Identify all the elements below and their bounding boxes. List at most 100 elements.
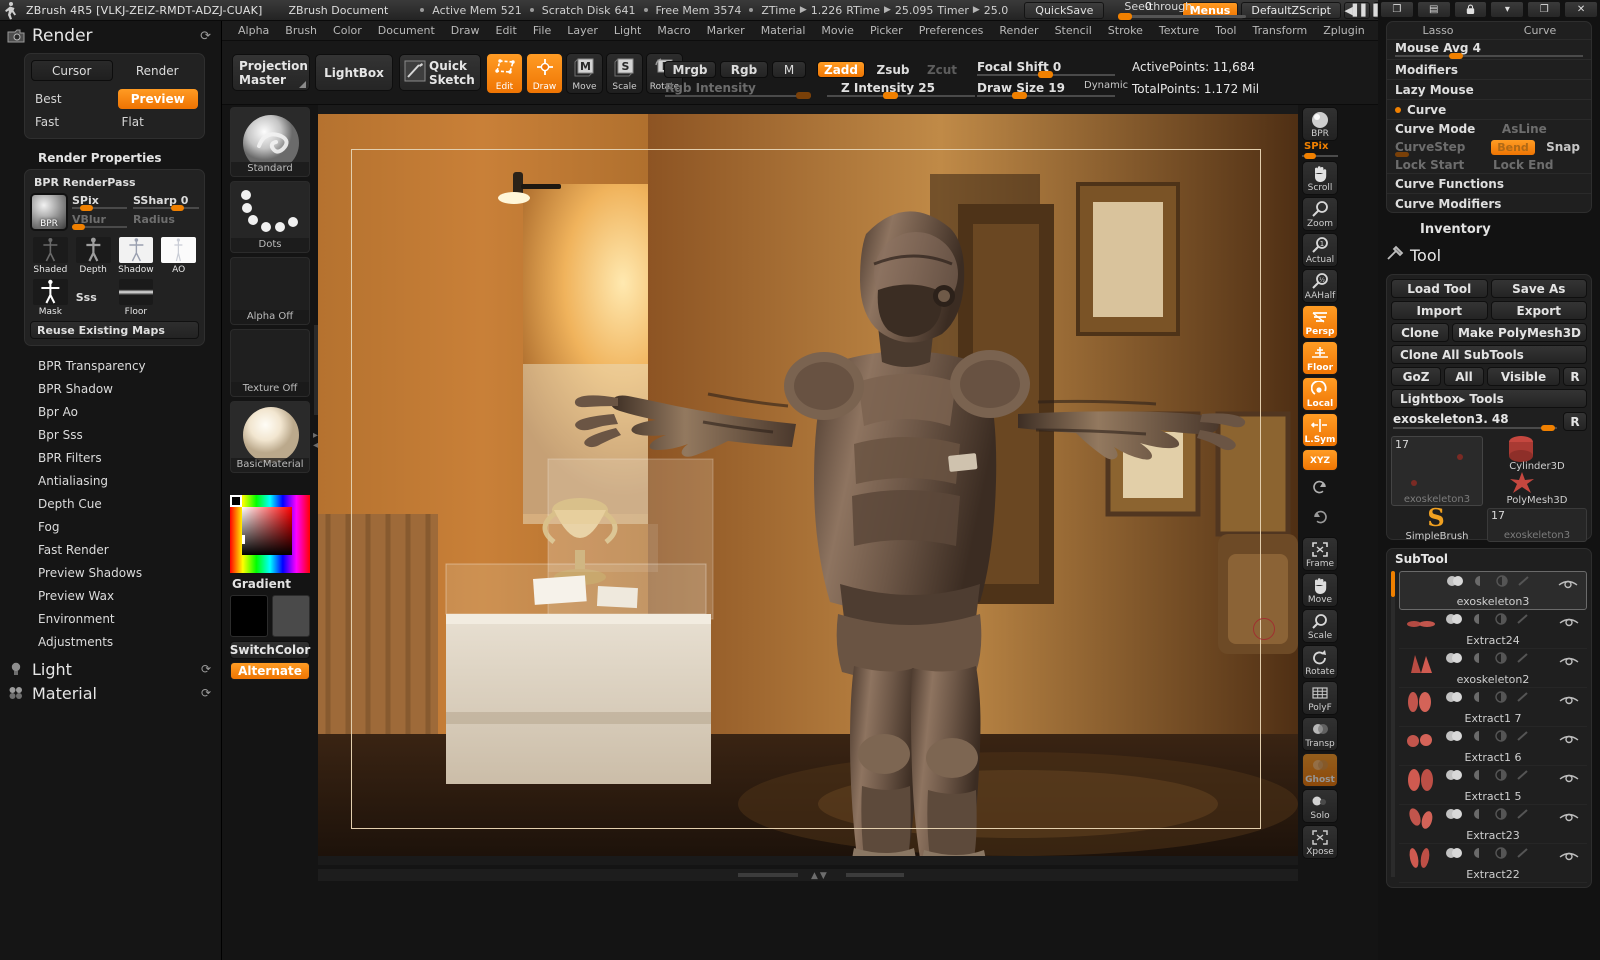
zcut-toggle[interactable]: Zcut [920,61,964,78]
curve-tab[interactable]: Curve [1489,24,1591,37]
snap-toggle[interactable]: Snap [1535,140,1591,154]
move-button[interactable]: Move [1302,573,1338,607]
menu-zplugin[interactable]: Zplugin [1315,21,1373,40]
edit-mode-button[interactable]: Edit [486,53,523,94]
subtool-eye-icon[interactable] [1559,653,1579,672]
vblur-knob[interactable] [72,224,85,230]
goz-button[interactable]: GoZ [1391,367,1441,386]
mrgb-toggle[interactable]: Mrgb [664,61,716,78]
xyz-button[interactable]: XYZ [1302,449,1338,471]
menu-render[interactable]: Render [991,21,1046,40]
curve-modifiers-row[interactable]: Curve Modifiers [1387,194,1591,214]
menu-brush[interactable]: Brush [277,21,325,40]
solo-button[interactable]: Solo [1302,789,1338,823]
subtool-row-extract15[interactable]: Extract1 5 [1399,766,1587,805]
subtool-visibility-icons[interactable] [1445,652,1531,664]
subtool-eye-icon[interactable] [1559,809,1579,828]
dynamic-toggle[interactable]: Dynamic [1084,80,1128,91]
render-button[interactable]: Render [117,60,199,81]
tab-icon-1[interactable]: ❐ [1380,1,1414,18]
zsub-toggle[interactable]: Zsub [870,61,916,78]
pass-mask[interactable]: Mask [30,277,71,317]
subtool-row-extract23[interactable]: Extract23 [1399,805,1587,844]
subtool-eye-icon[interactable] [1559,770,1579,789]
scroll-button[interactable]: Scroll [1302,161,1338,195]
quick-sketch-button[interactable]: Quick Sketch [399,54,481,91]
spix-knob[interactable] [79,205,93,211]
pass-ao[interactable]: AO [158,235,199,275]
section-bpr-filters[interactable]: BPR Filters [0,446,221,469]
current-tool-knob[interactable] [1541,425,1555,431]
menu-transform[interactable]: Transform [1245,21,1316,40]
menu-material[interactable]: Material [753,21,814,40]
scrollbar-arrows-icon[interactable]: ▲▼ [811,871,829,881]
curve-functions-row[interactable]: Curve Functions [1387,174,1591,194]
curvestep-knob[interactable] [1395,152,1409,157]
menu-picker[interactable]: Picker [862,21,911,40]
zscript-name-button[interactable]: DefaultZScript [1241,1,1341,19]
lock-start-toggle[interactable]: Lock Start [1395,158,1493,172]
alpha-thumbnail[interactable]: Alpha Off [230,257,310,325]
focal-shift-slider[interactable]: Focal Shift 0 [977,60,1115,78]
ssharp-knob[interactable] [171,205,185,211]
canvas-horizontal-scrollbar[interactable]: ▲▼ [318,869,1298,881]
floor-button[interactable]: Floor [1302,341,1338,375]
modifiers-row[interactable]: Modifiers [1387,60,1591,80]
dropdown-corner-icon[interactable] [299,81,306,88]
bpr-render-button[interactable]: BPR [1302,107,1338,141]
menu-light[interactable]: Light [606,21,649,40]
refresh-icon[interactable]: ⟳ [200,29,211,44]
draw-size-knob[interactable] [1011,92,1027,99]
lightbox-button[interactable]: LightBox [315,54,393,91]
goz-all-button[interactable]: All [1444,367,1484,386]
menu-draw[interactable]: Draw [443,21,488,40]
tab-icon-4[interactable]: ▾ [1490,1,1525,18]
stroke-thumbnail[interactable]: Dots [230,181,310,253]
menu-tool[interactable]: Tool [1207,21,1244,40]
subtool-row-extract16[interactable]: Extract1 6 [1399,727,1587,766]
save-as-button[interactable]: Save As [1490,279,1587,298]
menu-alpha[interactable]: Alpha [230,21,277,40]
see-through-slider[interactable]: See-through 0 [1118,0,1247,20]
canvas-document[interactable] [318,114,1298,856]
vblur-slider[interactable]: VBlur [72,213,127,230]
menu-marker[interactable]: Marker [699,21,753,40]
current-tool-r-button[interactable]: R [1563,412,1587,431]
cycle-button[interactable] [1302,475,1338,501]
clone-all-subtools-button[interactable]: Clone All SubTools [1391,345,1587,364]
bend-toggle[interactable]: Bend [1491,139,1535,155]
section-adjustments[interactable]: Adjustments [0,630,221,653]
menu-macro[interactable]: Macro [649,21,698,40]
subtool-row-extract22[interactable]: Extract22 [1399,844,1587,883]
cursor-button[interactable]: Cursor [31,60,113,81]
aahalf-button[interactable]: ½ AAHalf [1302,269,1338,303]
alternate-button[interactable]: Alternate [230,662,310,680]
subtool-visibility-icons[interactable] [1445,730,1531,742]
goz-visible-button[interactable]: Visible [1487,367,1560,386]
lock-end-toggle[interactable]: Lock End [1493,158,1591,172]
inventory-label[interactable]: Inventory [1420,222,1491,237]
lightbox-tools-button[interactable]: Lightbox▸ Tools [1391,389,1587,408]
quality-fast[interactable]: Fast [31,112,112,132]
ghost-button[interactable]: Ghost [1302,753,1338,787]
subtool-visibility-icons[interactable] [1445,847,1531,859]
section-preview-wax[interactable]: Preview Wax [0,584,221,607]
z-intensity-slider[interactable]: Z Intensity 25 [827,81,975,99]
menu-movie[interactable]: Movie [813,21,862,40]
focal-shift-knob[interactable] [1037,71,1053,78]
radius-slider[interactable]: Radius [133,213,199,230]
subtool-eye-icon[interactable] [1559,731,1579,750]
transparency-button[interactable]: Transp [1302,717,1338,751]
tab-icon-5[interactable]: ❐ [1527,1,1562,18]
polyframe-button[interactable]: PolyF [1302,681,1338,715]
local-symmetry-button[interactable]: L.Sym [1302,413,1338,447]
subtool-row-extract17[interactable]: Extract1 7 [1399,688,1587,727]
mouse-avg-knob[interactable] [1449,53,1463,59]
rgb-intensity-slider[interactable]: Rgb Intensity [665,81,812,99]
frame-button[interactable]: Frame [1302,537,1338,571]
z-intensity-knob[interactable] [883,92,899,99]
spix-slider[interactable]: SPix [72,194,127,211]
material-palette-item[interactable]: Material ⟳ [0,681,221,705]
section-bpr-ao[interactable]: Bpr Ao [0,400,221,423]
section-antialiasing[interactable]: Antialiasing [0,469,221,492]
